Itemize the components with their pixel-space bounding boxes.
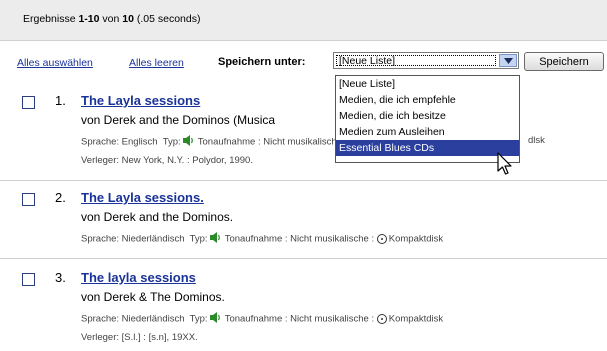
meta-kind: Tonaufnahme : Nicht musikalische : — [224, 313, 375, 325]
result-meta: Sprache: Niederländisch Typ: Tonaufnahme… — [81, 312, 443, 326]
save-button[interactable]: Speichern — [524, 52, 604, 71]
meta-language: Sprache: Niederländisch — [81, 233, 185, 245]
compact-disc-icon — [376, 314, 387, 324]
dropdown-option[interactable]: Medien, die ich besitze — [336, 108, 519, 124]
save-toolbar: Alles auswählen Alles leeren Speichern u… — [0, 52, 607, 74]
meta-kind: Tonaufnahme : Nicht musikalische : — [224, 233, 375, 245]
meta-type-label: Typ: — [189, 233, 208, 245]
result-author: von Derek & The Dominos. — [81, 290, 225, 304]
meta-language: Sprache: Niederländisch — [81, 313, 185, 325]
result-checkbox[interactable] — [22, 193, 35, 206]
dropdown-option[interactable]: Medien zum Ausleihen — [336, 124, 519, 140]
dropdown-option-highlighted[interactable]: Essential Blues CDs — [336, 140, 519, 156]
list-dropdown-menu[interactable]: [Neue Liste] Medien, die ich empfehle Me… — [335, 75, 520, 163]
result-publisher: Verleger: [S.l.] : [s.n], 19XX. — [81, 332, 198, 343]
result-title-link[interactable]: The layla sessions — [81, 270, 196, 285]
speaker-icon — [183, 135, 195, 149]
divider — [0, 180, 607, 181]
dropdown-option[interactable]: Medien, die ich empfehle — [336, 92, 519, 108]
result-title-link[interactable]: The Layla sessions. — [81, 190, 204, 205]
compact-disc-icon — [376, 234, 387, 244]
meta-type-label: Typ: — [162, 136, 181, 148]
results-total: 10 — [122, 13, 134, 25]
speaker-icon — [210, 312, 222, 326]
meta-kind: Tonaufnahme : Nicht musikalische : — [197, 136, 348, 148]
result-author: von Derek and the Dominos (Musica — [81, 113, 276, 127]
summary-of-word: von — [102, 13, 120, 25]
meta-format: Kompaktdisk — [388, 233, 444, 245]
selected-list-value: [Neue Liste] — [339, 55, 396, 67]
result-title-link[interactable]: The Layla sessions — [81, 93, 200, 108]
results-summary: Ergebnisse 1-10 von 10 (.05 seconds) — [23, 13, 200, 25]
dropdown-option[interactable]: [Neue Liste] — [336, 76, 519, 92]
result-number: 3. — [55, 270, 66, 285]
result-checkbox[interactable] — [22, 96, 35, 109]
summary-prefix: Ergebnisse — [23, 13, 76, 25]
search-time: (.05 seconds) — [136, 13, 201, 25]
result-meta: Sprache: Englisch Typ: Tonaufnahme : Nic… — [81, 135, 347, 149]
result-number: 1. — [55, 93, 66, 108]
mouse-cursor-icon — [497, 152, 513, 181]
result-number: 2. — [55, 190, 66, 205]
meta-format: Kompaktdisk — [388, 313, 444, 325]
result-publisher: Verleger: New York, N.Y. : Polydor, 1990… — [81, 155, 253, 166]
list-select[interactable]: [Neue Liste] — [333, 52, 519, 69]
speaker-icon — [210, 232, 222, 246]
save-under-label: Speichern unter: — [218, 56, 306, 68]
meta-language: Sprache: Englisch — [81, 136, 158, 148]
result-meta: Sprache: Niederländisch Typ: Tonaufnahme… — [81, 232, 443, 246]
meta-format-partial: dlsk — [528, 135, 545, 146]
results-header: Ergebnisse 1-10 von 10 (.05 seconds) — [0, 0, 607, 41]
chevron-down-icon[interactable] — [499, 54, 517, 67]
select-all-link[interactable]: Alles auswählen — [17, 57, 93, 69]
clear-all-link[interactable]: Alles leeren — [129, 57, 184, 69]
meta-type-label: Typ: — [189, 313, 208, 325]
results-range: 1-10 — [78, 13, 100, 25]
divider — [0, 258, 607, 259]
result-author: von Derek and the Dominos. — [81, 210, 234, 224]
result-checkbox[interactable] — [22, 273, 35, 286]
